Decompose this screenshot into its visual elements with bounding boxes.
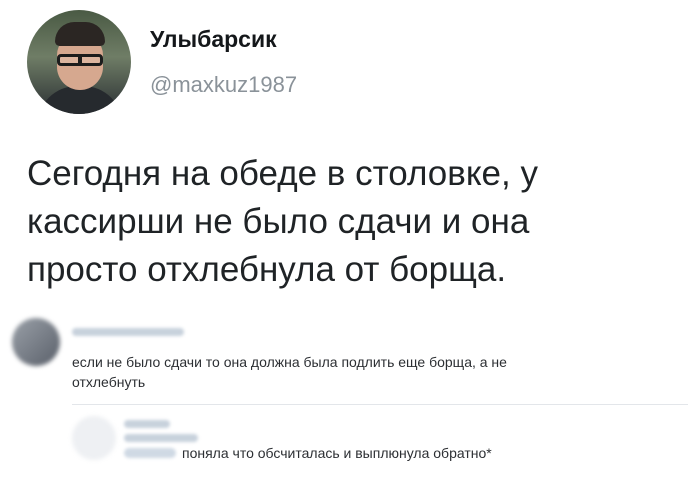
comment-text: если не было сдачи то она должна была по… xyxy=(72,352,692,392)
avatar-glasses xyxy=(57,54,103,66)
comment-avatar[interactable] xyxy=(12,318,60,366)
reply-author-meta-blurred xyxy=(124,434,198,442)
tweet-screenshot: Улыбарсик @maxkuz1987 Сегодня на обеде в… xyxy=(0,0,700,485)
reply-author-name-blurred[interactable] xyxy=(124,420,170,428)
comment-author-name-blurred[interactable] xyxy=(72,328,184,336)
tweet-line: Сегодня на обеде в столовке, у xyxy=(27,154,538,193)
reply-avatar[interactable] xyxy=(72,416,116,460)
author-handle[interactable]: @maxkuz1987 xyxy=(150,72,297,98)
tweet-line: кассирши не было сдачи и она xyxy=(27,202,530,241)
reply-to-name-blurred[interactable] xyxy=(124,448,176,458)
comment-line: отхлебнуть xyxy=(72,374,146,390)
author-display-name[interactable]: Улыбарсик xyxy=(150,26,277,53)
avatar-hair xyxy=(55,22,105,46)
avatar-shirt xyxy=(37,86,123,114)
tweet-text: Сегодня на обеде в столовке, у кассирши … xyxy=(27,150,677,294)
comment-divider xyxy=(72,404,688,405)
comment-line: если не было сдачи то она должна была по… xyxy=(72,354,507,370)
author-avatar[interactable] xyxy=(27,10,131,114)
tweet-line: просто отхлебнула от борща. xyxy=(27,250,507,289)
reply-text: поняла что обсчиталась и выплюнула обрат… xyxy=(182,445,492,461)
